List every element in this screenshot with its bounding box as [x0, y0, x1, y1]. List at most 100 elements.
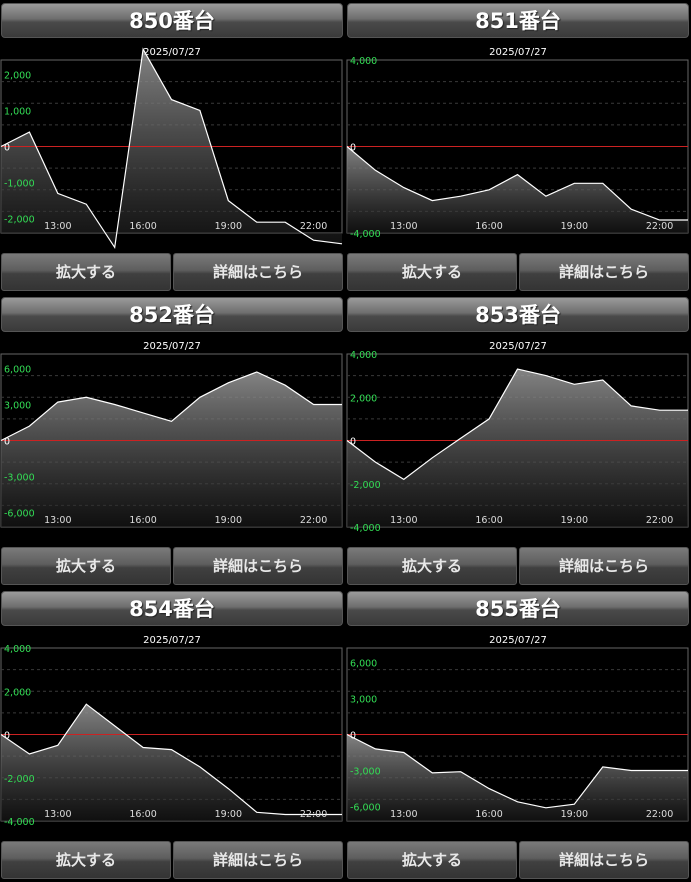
x-tick-label: 16:00: [129, 515, 156, 526]
data-point: [171, 420, 173, 422]
data-point: [573, 803, 575, 805]
data-point: [488, 418, 490, 420]
data-point: [227, 200, 229, 202]
x-tick-label: 16:00: [475, 221, 502, 232]
y-tick-label: 6,000: [350, 658, 377, 669]
detail-button[interactable]: 詳細はこちら: [173, 547, 343, 585]
y-tick-label: -6,000: [350, 803, 381, 814]
detail-button[interactable]: 詳細はこちら: [519, 253, 689, 291]
data-point: [687, 770, 689, 772]
y-tick-label: 0: [350, 437, 356, 448]
x-tick-label: 19:00: [215, 515, 242, 526]
zoom-button[interactable]: 拡大する: [347, 253, 517, 291]
machine-panel-850: 850番台 2025/07/27 2,000 1,000 0 -1,000 -2,000 1…: [0, 0, 344, 294]
x-tick-label: 22:00: [646, 809, 673, 820]
data-point: [85, 203, 87, 205]
data-point: [142, 48, 144, 50]
y-tick-label: 2,000: [4, 687, 31, 698]
detail-button[interactable]: 詳細はこちら: [173, 841, 343, 879]
zoom-button[interactable]: 拡大する: [1, 253, 171, 291]
x-tick-label: 16:00: [475, 809, 502, 820]
x-tick-label: 13:00: [44, 221, 71, 232]
y-tick-label: -2,000: [350, 480, 381, 491]
data-point: [284, 384, 286, 386]
zoom-button[interactable]: 拡大する: [347, 841, 517, 879]
data-point: [0, 146, 2, 148]
data-point: [403, 478, 405, 480]
data-point: [199, 766, 201, 768]
x-tick-label: 22:00: [646, 515, 673, 526]
x-tick-label: 13:00: [390, 221, 417, 232]
data-point: [28, 425, 30, 427]
y-tick-label: 0: [4, 731, 10, 742]
data-point: [374, 169, 376, 171]
chart-date: 2025/07/27: [489, 341, 547, 352]
data-point: [171, 749, 173, 751]
x-tick-label: 16:00: [129, 221, 156, 232]
chart-date: 2025/07/27: [489, 635, 547, 646]
x-tick-label: 16:00: [129, 809, 156, 820]
data-point: [171, 99, 173, 101]
data-point: [573, 383, 575, 385]
y-tick-label: 0: [4, 143, 10, 154]
machine-title: 852番台: [1, 297, 343, 332]
data-point: [659, 409, 661, 411]
data-point: [114, 246, 116, 248]
y-tick-label: 6,000: [4, 364, 31, 375]
data-point: [0, 734, 2, 736]
y-tick-label: -3,000: [350, 767, 381, 778]
zoom-button[interactable]: 拡大する: [1, 841, 171, 879]
data-point: [346, 146, 348, 148]
y-tick-label: 3,000: [4, 400, 31, 411]
chart-date: 2025/07/27: [143, 341, 201, 352]
data-point: [488, 189, 490, 191]
x-tick-label: 22:00: [300, 515, 327, 526]
y-tick-label: 4,000: [350, 350, 377, 361]
y-tick-label: -4,000: [350, 523, 381, 534]
profit-chart: 2025/07/27 4,000 2,000 0 -2,000 -4,000 13:00 16…: [0, 635, 343, 828]
detail-button[interactable]: 詳細はこちら: [519, 547, 689, 585]
machine-title: 855番台: [347, 591, 689, 626]
x-tick-label: 13:00: [44, 809, 71, 820]
zoom-button[interactable]: 拡大する: [1, 547, 171, 585]
data-point: [517, 174, 519, 176]
y-tick-label: 4,000: [4, 644, 31, 655]
data-point: [227, 382, 229, 384]
data-point: [431, 200, 433, 202]
profit-chart: 2025/07/27 2,000 1,000 0 -1,000 -2,000 13:00 16…: [0, 47, 343, 250]
x-tick-label: 13:00: [390, 515, 417, 526]
x-tick-label: 13:00: [44, 515, 71, 526]
data-point: [460, 771, 462, 773]
x-tick-label: 19:00: [215, 809, 242, 820]
data-point: [602, 379, 604, 381]
data-point: [85, 703, 87, 705]
data-point: [256, 371, 258, 373]
x-tick-label: 22:00: [300, 221, 327, 232]
x-tick-label: 13:00: [390, 809, 417, 820]
profit-chart: 2025/07/27 4,000 2,000 0 -2,000 -4,000 13:00 16…: [346, 341, 689, 534]
data-point: [227, 788, 229, 790]
detail-button[interactable]: 詳細はこちら: [519, 841, 689, 879]
machine-panel-852: 852番台 2025/07/27 6,000 3,000 0 -3,000 -6,000 1…: [0, 294, 344, 588]
machine-title: 853番台: [347, 297, 689, 332]
data-point: [199, 109, 201, 111]
data-point: [517, 801, 519, 803]
data-point: [545, 375, 547, 377]
chart-date: 2025/07/27: [143, 47, 201, 58]
data-point: [460, 195, 462, 197]
detail-button[interactable]: 詳細はこちら: [173, 253, 343, 291]
y-tick-label: 3,000: [350, 694, 377, 705]
machine-panel-853: 853番台 2025/07/27 4,000 2,000 0 -2,000 -4,000 1…: [346, 294, 690, 588]
x-tick-label: 22:00: [646, 221, 673, 232]
data-point: [57, 401, 59, 403]
profit-chart: 2025/07/27 6,000 3,000 0 -3,000 -6,000 13:00 16…: [0, 341, 343, 528]
machine-panel-855: 855番台 2025/07/27 6,000 3,000 0 -3,000 -6,000 1…: [346, 588, 690, 882]
data-point: [346, 440, 348, 442]
data-point: [341, 403, 343, 405]
data-point: [687, 219, 689, 221]
data-point: [199, 396, 201, 398]
y-tick-label: 2,000: [350, 393, 377, 404]
profit-chart: 2025/07/27 6,000 3,000 0 -3,000 -6,000 13:00 16…: [346, 635, 689, 822]
data-point: [57, 192, 59, 194]
zoom-button[interactable]: 拡大する: [347, 547, 517, 585]
